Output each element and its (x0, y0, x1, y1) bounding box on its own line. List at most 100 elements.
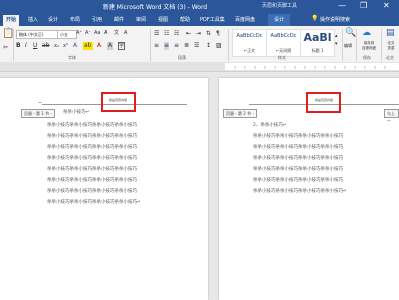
page-2[interactable]: 我是页眉内容 页眉 - 第 2 节 - 与上一 2、杀杀小技巧↵ 杀杀小技巧杀杀… (219, 78, 399, 300)
edit-button[interactable]: 编辑 (344, 43, 352, 49)
strikethrough-icon[interactable]: ab (42, 42, 50, 50)
lightbulb-icon: 💡 (311, 15, 319, 22)
tab-references[interactable]: 引用 (92, 16, 102, 23)
paper-check-button[interactable]: 论文 查重 (383, 41, 399, 51)
divider (150, 29, 151, 61)
paper-check-icon[interactable]: ▤ (386, 29, 395, 38)
text-line[interactable]: 杀杀小技巧杀杀小技巧杀杀小技巧杀杀小技巧 (253, 166, 343, 172)
cloud-save-icon[interactable]: ☁ (362, 29, 371, 38)
tab-pdf-tools[interactable]: PDF工具集 (200, 16, 225, 23)
text-line[interactable]: 杀杀小技巧杀杀小技巧杀杀小技巧杀杀小技巧 (253, 177, 343, 183)
text-line[interactable]: 杀杀小技巧杀杀小技巧杀杀小技巧杀杀小技巧 (253, 155, 343, 161)
aa-icon[interactable]: Aa (94, 29, 100, 37)
text-line[interactable]: 杀杀小技巧杀杀小技巧杀杀小技巧杀杀小技巧 (47, 166, 137, 172)
style-sample: AaBl (303, 31, 332, 44)
body-heading[interactable]: 2、杀杀小技巧↵ (253, 122, 287, 128)
sort-icon[interactable]: ⇅ (206, 30, 211, 38)
border-char-icon[interactable]: A (124, 29, 127, 37)
text-line[interactable]: 杀杀小技巧杀杀小技巧杀杀小技巧杀杀小技巧 (253, 133, 343, 139)
align-left-icon[interactable]: ≡ (154, 42, 159, 50)
text-line[interactable]: 杀杀小技巧杀杀小技巧杀杀小技巧杀杀小技巧 (47, 188, 137, 194)
cut-icon[interactable]: ✂ (3, 44, 8, 52)
find-icon[interactable]: 🔍 (345, 29, 356, 38)
context-tools-label: 页眉和页脚工具 (262, 3, 298, 9)
tab-mailings[interactable]: 邮件 (114, 16, 124, 23)
restore-button[interactable]: ❐ (360, 1, 367, 11)
tab-header-footer-design[interactable]: 设计 (268, 14, 291, 26)
style-sample: AaBbCcDc (236, 33, 263, 39)
ribbon-tabs: 开始 插入 设计 布局 引用 邮件 审阅 视图 帮助 PDF工具集 百度网盘 设… (0, 14, 399, 26)
text-line[interactable]: 杀杀小技巧杀杀小技巧杀杀小技巧杀杀小技巧↵ (253, 188, 347, 194)
tab-review[interactable]: 审阅 (136, 16, 146, 23)
superscript-icon[interactable]: x² (63, 42, 68, 50)
italic-icon[interactable]: I (25, 42, 27, 50)
text-line[interactable]: 杀杀小技巧杀杀小技巧杀杀小技巧杀杀小技巧 (47, 133, 137, 139)
group-label-styles: 样式 (278, 55, 286, 60)
bullets-icon[interactable]: ☰ (154, 30, 159, 38)
title-bar: 新建 Microsoft Word 文档 (3) - Word 页眉和页脚工具 … (0, 0, 399, 14)
highlight-box (306, 92, 341, 113)
tab-design[interactable]: 设计 (48, 16, 58, 23)
phonetic-icon[interactable]: 文 (114, 29, 119, 37)
header-section-tag: 页眉 - 第 2 节 - (223, 109, 257, 118)
char-shading-icon[interactable]: A (107, 42, 114, 50)
close-button[interactable]: ✕ (383, 1, 390, 11)
divider (342, 29, 343, 61)
tab-view[interactable]: 视图 (158, 16, 168, 23)
tab-baidu-netdisk[interactable]: 百度网盘 (235, 16, 255, 23)
body-heading[interactable]: 杀杀小技巧↵ (63, 109, 89, 115)
shading-icon[interactable]: ▨ (216, 42, 222, 50)
divider (13, 29, 14, 61)
increase-indent-icon[interactable]: ⇥ (196, 30, 201, 38)
enclose-char-icon[interactable]: 字 (118, 42, 126, 50)
text-line[interactable]: 杀杀小技巧杀杀小技巧杀杀小技巧杀杀小技巧 (47, 122, 137, 128)
underline-icon[interactable]: U (33, 42, 37, 50)
clear-format-icon[interactable]: A̸ (104, 29, 107, 37)
text-line[interactable]: 杀杀小技巧杀杀小技巧杀杀小技巧杀杀小技巧 (253, 144, 343, 150)
show-marks-icon[interactable]: ¶ (216, 30, 220, 38)
font-name-box[interactable]: 楷体 (中文正) (16, 30, 58, 39)
style-sample: AaBbCcDc (270, 33, 297, 39)
document-area: 我是页眉内容 页眉 - 第 1 节 - 杀杀小技巧↵ 杀杀小技巧杀杀小技巧杀杀小… (0, 72, 399, 300)
style-name: ↵正文 (243, 48, 256, 53)
highlight-icon[interactable]: ab (83, 42, 93, 50)
text-effect-icon[interactable]: A (73, 42, 77, 50)
page-1[interactable]: 我是页眉内容 页眉 - 第 1 节 - 杀杀小技巧↵ 杀杀小技巧杀杀小技巧杀杀小… (0, 78, 208, 300)
numbering-icon[interactable]: ☷ (164, 30, 169, 38)
styles-scroll-up-icon[interactable]: ▴ (335, 32, 338, 40)
save-to-baidu-button[interactable]: 保存到 百度网盘 (358, 41, 380, 51)
tab-help[interactable]: 帮助 (180, 16, 190, 23)
line-spacing-icon[interactable]: ↕ (206, 42, 211, 50)
tell-me-search[interactable]: 操作说明搜索 (320, 16, 350, 23)
grow-font-icon[interactable]: A⁺ (76, 29, 82, 37)
align-center-icon[interactable]: ≡ (164, 42, 170, 50)
text-line[interactable]: 杀杀小技巧杀杀小技巧杀杀小技巧杀杀小技巧 (47, 155, 137, 161)
style-heading1[interactable]: AaBl 标题 1 (300, 29, 335, 57)
divider (381, 29, 382, 61)
multilevel-icon[interactable]: ☵ (174, 30, 179, 38)
shrink-font-icon[interactable]: A⁻ (85, 29, 91, 37)
justify-icon[interactable]: ≣ (184, 42, 189, 50)
font-color-icon[interactable]: A (97, 42, 101, 50)
styles-scroll-down-icon[interactable]: ▾ (335, 40, 338, 48)
tab-insert[interactable]: 插入 (28, 16, 38, 23)
highlight-box (101, 92, 136, 112)
tab-layout[interactable]: 布局 (70, 16, 80, 23)
text-line[interactable]: 杀杀小技巧杀杀小技巧杀杀小技巧杀杀小技巧↵ (47, 199, 141, 205)
subscript-icon[interactable]: x₂ (54, 42, 59, 50)
minimize-button[interactable]: — (338, 1, 346, 11)
ruler[interactable] (0, 62, 399, 72)
style-name: 标题 1 (311, 48, 324, 53)
distributed-icon[interactable]: ☰ (194, 42, 199, 50)
font-size-box[interactable]: 小五 (57, 30, 77, 39)
divider (356, 29, 357, 61)
align-right-icon[interactable]: ≡ (174, 42, 179, 50)
style-normal[interactable]: AaBbCcDc ↵正文 (232, 29, 267, 57)
tab-home[interactable]: 开始 (3, 15, 20, 26)
decrease-indent-icon[interactable]: ⇤ (186, 30, 191, 38)
text-line[interactable]: 杀杀小技巧杀杀小技巧杀杀小技巧杀杀小技巧 (47, 144, 137, 150)
group-label-save: 保存 (363, 55, 371, 60)
bold-icon[interactable]: B (16, 42, 21, 50)
style-no-spacing[interactable]: AaBbCcDc ↵无间隔 (266, 29, 301, 57)
text-line[interactable]: 杀杀小技巧杀杀小技巧杀杀小技巧杀杀小技巧 (47, 177, 137, 183)
